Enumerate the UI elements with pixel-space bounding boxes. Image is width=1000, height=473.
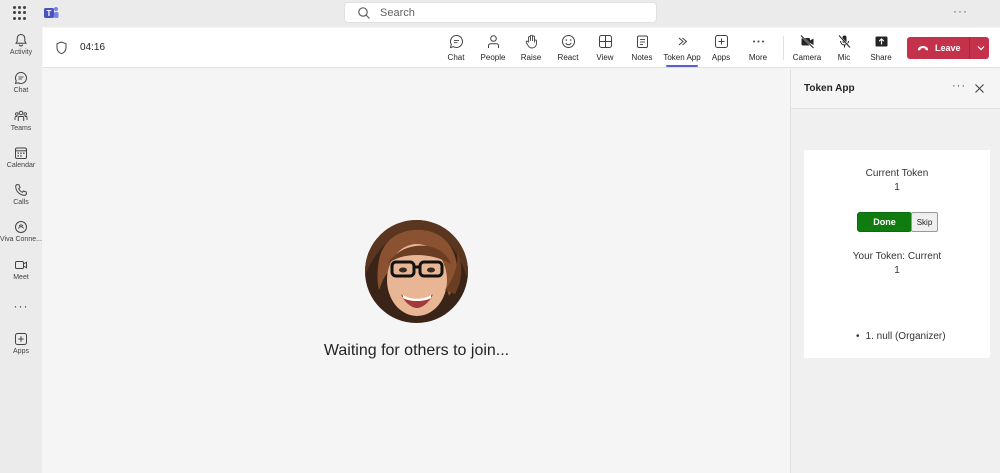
teams-icon (14, 110, 28, 121)
participant-avatar (365, 220, 468, 323)
list-item: 1. null (Organizer) (856, 331, 946, 342)
rail-item-viva-connections[interactable]: Viva Conne... (0, 220, 42, 243)
toolbar-token-app-button[interactable]: Token App (662, 34, 702, 67)
toolbar-chat-button[interactable]: Chat (436, 34, 476, 62)
toolbar-label: Camera (792, 53, 822, 62)
avatar-photo (365, 220, 468, 323)
grid-icon (598, 35, 612, 48)
search-placeholder: Search (380, 6, 415, 19)
toolbar-label: Chat (447, 53, 465, 62)
rail-label: Meet (13, 274, 29, 281)
toolbar-people-button[interactable]: People (473, 34, 513, 62)
current-token-label: Current Token (865, 168, 929, 179)
toolbar-raise-button[interactable]: Raise (511, 34, 551, 62)
smile-icon (561, 35, 575, 48)
title-bar: T Search ··· (0, 0, 1000, 27)
toolbar-label: Token App (663, 53, 701, 62)
your-token-value: 1 (894, 265, 900, 276)
your-token-label: Your Token: Current (852, 251, 942, 262)
waiting-message: Waiting for others to join... (323, 342, 510, 359)
toolbar-label: React (557, 53, 579, 62)
leave-divider (968, 37, 970, 59)
toolbar-label: Raise (520, 53, 542, 62)
hang-up-icon (918, 46, 928, 51)
toolbar-more-button[interactable]: More (738, 34, 778, 62)
toolbar-share-button[interactable]: Share (861, 34, 901, 62)
rail-item-meet[interactable]: Meet (0, 258, 42, 281)
leave-label: Leave (935, 43, 961, 53)
rail-more-button[interactable]: ··· (0, 299, 42, 313)
token-app-icon (678, 37, 687, 46)
rail-label: Chat (13, 87, 29, 94)
toolbar-divider (783, 36, 784, 60)
leave-button[interactable]: Leave (907, 37, 989, 59)
search-input[interactable]: Search (344, 2, 657, 23)
add-icon (714, 35, 728, 48)
add-apps-icon (15, 333, 27, 345)
rail-item-apps[interactable]: Apps (0, 332, 42, 355)
rail-label: Teams (10, 125, 32, 132)
skip-button[interactable]: Skip (911, 212, 938, 232)
notes-icon (636, 35, 648, 48)
toolbar-apps-button[interactable]: Apps (701, 34, 741, 62)
phone-icon (15, 183, 28, 196)
toolbar-notes-button[interactable]: Notes (622, 34, 662, 62)
toolbar-camera-button[interactable]: Camera (787, 34, 827, 62)
rail-item-chat[interactable]: Chat (0, 71, 42, 94)
shield-icon (56, 41, 67, 55)
rail-label: Viva Conne... (0, 236, 42, 243)
token-queue-list: 1. null (Organizer) (856, 331, 946, 342)
meeting-timer: 04:16 (80, 42, 106, 53)
done-button[interactable]: Done (857, 212, 912, 232)
share-icon (875, 36, 887, 47)
toolbar-view-button[interactable]: View (585, 34, 625, 62)
rail-label: Activity (9, 49, 33, 56)
toolbar-label: People (480, 53, 506, 62)
settings-more-button[interactable]: ··· (953, 4, 968, 18)
toolbar-label: Share (870, 53, 892, 62)
video-icon (15, 261, 27, 269)
token-card: Current Token 1 Done Skip Your Token: Cu… (804, 150, 990, 358)
toolbar-label: View (596, 53, 614, 62)
rail-label: Apps (13, 348, 29, 355)
calendar-icon (15, 147, 27, 159)
rail-label: Calls (13, 199, 29, 206)
svg-text:T: T (47, 9, 52, 18)
app-rail: Activity Chat Teams Calendar Calls Viva … (0, 27, 42, 473)
toolbar-react-button[interactable]: React (548, 34, 588, 62)
app-launcher-icon[interactable] (13, 6, 27, 20)
meeting-stage: Waiting for others to join... (43, 69, 790, 473)
more-icon (752, 40, 764, 43)
toolbar-label: Notes (631, 53, 653, 62)
rail-item-teams[interactable]: Teams (0, 109, 42, 132)
search-icon (358, 6, 370, 19)
panel-header: Token App ··· (791, 69, 1000, 109)
rail-item-calendar[interactable]: Calendar (0, 146, 42, 169)
chat-icon (449, 34, 463, 49)
panel-title: Token App (804, 83, 855, 94)
token-app-panel: Token App ··· Current Token 1 Done Skip … (790, 69, 1000, 473)
teams-logo-icon: T (44, 7, 59, 18)
close-icon[interactable] (974, 83, 985, 94)
people-icon (487, 35, 499, 48)
toolbar-label: Mic (837, 53, 851, 62)
rail-label: Calendar (6, 162, 36, 169)
bell-icon (15, 33, 27, 47)
current-token-value: 1 (894, 182, 900, 193)
panel-more-button[interactable]: ··· (952, 80, 966, 92)
toolbar-label: More (748, 53, 768, 62)
rail-item-activity[interactable]: Activity (0, 33, 42, 56)
viva-connections-icon (15, 221, 27, 233)
chat-icon (14, 71, 27, 85)
camera-off-icon (799, 34, 814, 49)
hand-icon (525, 34, 537, 49)
toolbar-mic-button[interactable]: Mic (824, 34, 864, 62)
toolbar-label: Apps (711, 53, 731, 62)
meeting-toolbar: 04:16 Chat People Raise React View Notes… (43, 28, 1000, 68)
chevron-down-icon[interactable] (976, 43, 986, 53)
rail-item-calls[interactable]: Calls (0, 183, 42, 206)
mic-off-icon (837, 34, 851, 49)
